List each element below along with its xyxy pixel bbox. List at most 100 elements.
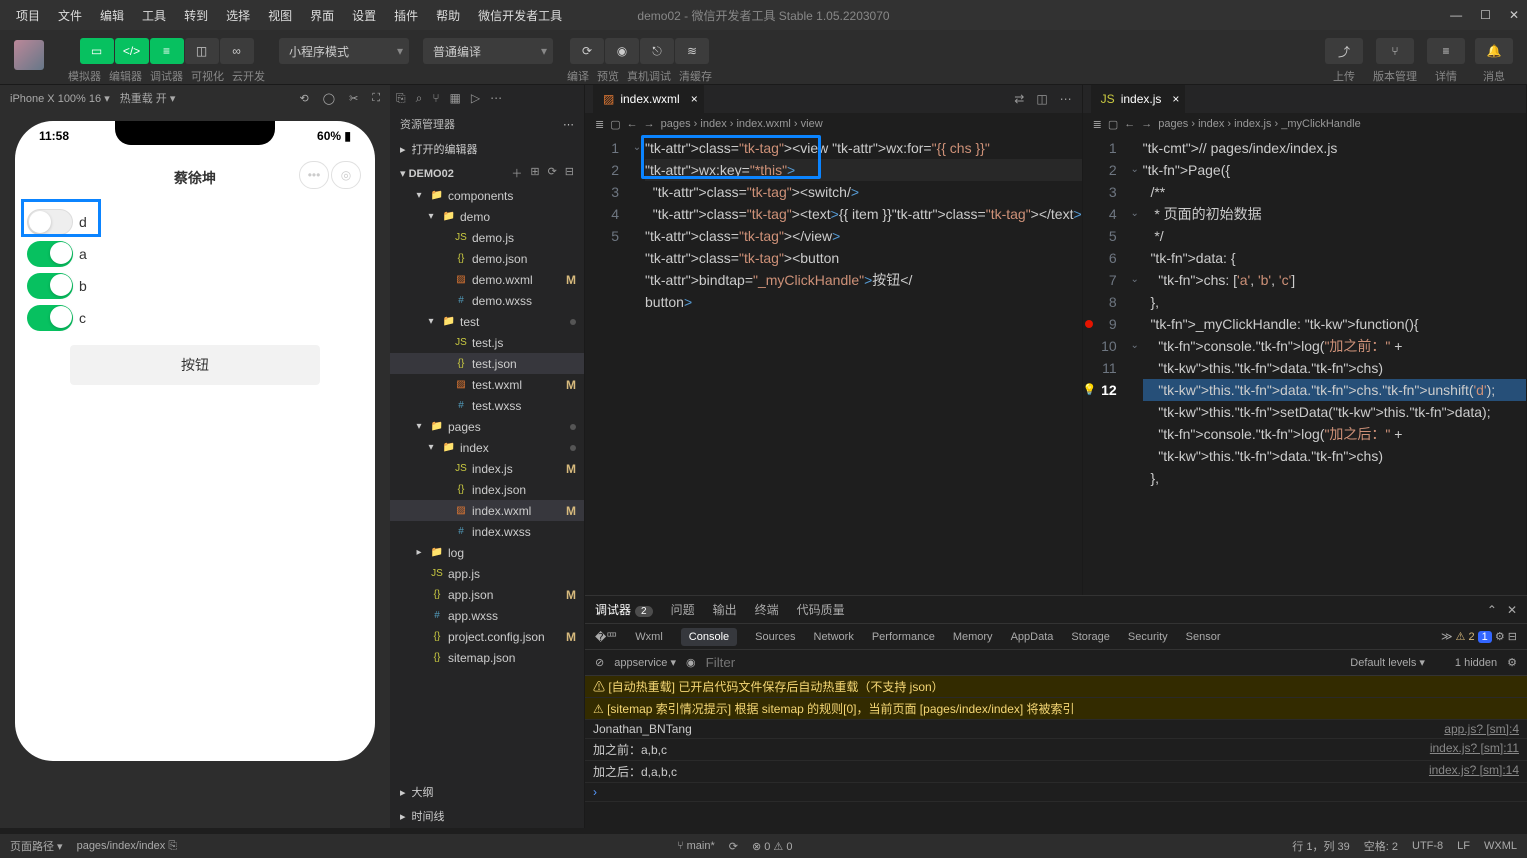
devtab-Console[interactable]: Console: [681, 628, 737, 646]
tree-test.wxml[interactable]: ▨test.wxmlM: [390, 374, 584, 395]
tree-demo.json[interactable]: {}demo.json: [390, 248, 584, 269]
phone-target-icon[interactable]: ◎: [331, 161, 361, 189]
menu-插件[interactable]: 插件: [386, 3, 426, 28]
menu-设置[interactable]: 设置: [344, 3, 384, 28]
tree-app.wxss[interactable]: #app.wxss: [390, 605, 584, 626]
explorer-git-icon[interactable]: ⑂: [432, 91, 439, 105]
explorer-more-icon[interactable]: ⋯: [490, 91, 502, 105]
page-route[interactable]: pages/index/index ⎘: [77, 840, 178, 853]
tree-test.json[interactable]: {}test.json: [390, 353, 584, 374]
eol-status[interactable]: LF: [1457, 840, 1470, 852]
remote-debug-button[interactable]: ⎋: [640, 38, 674, 64]
more-icon[interactable]: ⋯: [1060, 92, 1072, 106]
console-tab-代码质量[interactable]: 代码质量: [797, 601, 845, 618]
explorer-files-icon[interactable]: ⎘: [396, 91, 406, 106]
user-avatar[interactable]: [14, 40, 44, 70]
refresh-icon[interactable]: ⟳: [548, 165, 557, 181]
close-icon[interactable]: ✕: [1509, 8, 1519, 22]
devtab-Security[interactable]: Security: [1128, 631, 1168, 643]
compare-icon[interactable]: ⇄: [1014, 92, 1024, 106]
cloud-toggle[interactable]: ∞: [220, 38, 254, 64]
tree-log[interactable]: ▸📁log: [390, 542, 584, 563]
tree-index.wxml[interactable]: ▨index.wxmlM: [390, 500, 584, 521]
tree-test.js[interactable]: JStest.js: [390, 332, 584, 353]
console-filter-input[interactable]: [706, 655, 886, 670]
devtab-Performance[interactable]: Performance: [872, 631, 935, 643]
compile-button[interactable]: ⟳: [570, 38, 604, 64]
phone-more-icon[interactable]: •••: [299, 161, 329, 189]
crumb-nav-icon[interactable]: ≣: [595, 118, 604, 131]
tree-project.config.json[interactable]: {}project.config.jsonM: [390, 626, 584, 647]
console-levels[interactable]: Default levels ▾: [1350, 656, 1425, 669]
debugger-toggle[interactable]: ≡: [150, 38, 184, 64]
devtab-Storage[interactable]: Storage: [1071, 631, 1110, 643]
git-branch[interactable]: ⑂ main*: [677, 840, 715, 852]
mode-select[interactable]: 小程序模式: [279, 38, 409, 64]
outline-section[interactable]: ▸ 大纲: [390, 780, 584, 804]
cursor-position[interactable]: 行 1，列 39: [1292, 838, 1349, 854]
menu-文件[interactable]: 文件: [50, 3, 90, 28]
rtool-版本管理[interactable]: ⑂: [1376, 38, 1414, 64]
switch[interactable]: [27, 241, 73, 267]
tab-index-wxml[interactable]: ▨index.wxml×: [593, 85, 704, 113]
menu-界面[interactable]: 界面: [302, 3, 342, 28]
encoding-status[interactable]: UTF-8: [1412, 840, 1443, 852]
tree-demo.wxml[interactable]: ▨demo.wxmlM: [390, 269, 584, 290]
sync-icon[interactable]: ⟳: [729, 840, 738, 853]
maximize-icon[interactable]: ☐: [1480, 8, 1491, 22]
tree-app.js[interactable]: JSapp.js: [390, 563, 584, 584]
project-section[interactable]: ▾ DEMO02 ＋ ⊞ ⟳ ⊟: [390, 161, 584, 185]
gear-icon[interactable]: ⚙: [1495, 631, 1505, 643]
compile-select[interactable]: 普通编译: [423, 38, 553, 64]
console-line[interactable]: Jonathan_BNTangapp.js? [sm]:4: [585, 720, 1527, 739]
switch[interactable]: [27, 273, 73, 299]
console-gear-icon[interactable]: ⚙: [1507, 656, 1517, 669]
breadcrumb-right[interactable]: ≣▢←→ pages › index › index.js › _myClick…: [1083, 113, 1526, 135]
console-tab-问题[interactable]: 问题: [671, 601, 695, 618]
console-tab-调试器[interactable]: 调试器2: [595, 601, 653, 618]
tree-demo.wxss[interactable]: #demo.wxss: [390, 290, 584, 311]
menu-微信开发者工具[interactable]: 微信开发者工具: [470, 3, 570, 28]
console-hidden[interactable]: 1 hidden: [1455, 657, 1497, 669]
menu-帮助[interactable]: 帮助: [428, 3, 468, 28]
tree-index.json[interactable]: {}index.json: [390, 479, 584, 500]
crumb-save-icon[interactable]: ▢: [610, 118, 620, 131]
tree-test[interactable]: ▾📁test: [390, 311, 584, 332]
rec-icon[interactable]: ◯: [323, 92, 335, 105]
menu-视图[interactable]: 视图: [260, 3, 300, 28]
inspect-icon[interactable]: �罒: [595, 629, 617, 645]
explorer-ext-icon[interactable]: ▦: [450, 91, 461, 105]
page-route-label[interactable]: 页面路径 ▾: [10, 838, 63, 854]
menu-工具[interactable]: 工具: [134, 3, 174, 28]
tree-index[interactable]: ▾📁index: [390, 437, 584, 458]
tree-index.js[interactable]: JSindex.jsM: [390, 458, 584, 479]
more-icon[interactable]: ≫: [1441, 631, 1453, 643]
tree-demo.js[interactable]: JSdemo.js: [390, 227, 584, 248]
clear-cache-button[interactable]: ≋: [675, 38, 709, 64]
timeline-section[interactable]: ▸ 时间线: [390, 804, 584, 828]
simulator-toggle[interactable]: ▭: [80, 38, 114, 64]
device-selector[interactable]: iPhone X 100% 16 ▾: [10, 92, 110, 105]
menu-编辑[interactable]: 编辑: [92, 3, 132, 28]
devtab-Memory[interactable]: Memory: [953, 631, 993, 643]
collapse-icon[interactable]: ⊟: [565, 165, 574, 181]
breadcrumb-left[interactable]: ≣ ▢ ←→ pages › index › index.wxml › view: [585, 113, 1082, 135]
problems-status[interactable]: ⊗ 0 ⚠ 0: [752, 840, 793, 853]
preview-button[interactable]: ◉: [605, 38, 639, 64]
menu-转到[interactable]: 转到: [176, 3, 216, 28]
tree-components[interactable]: ▾📁components: [390, 185, 584, 206]
rotate-icon[interactable]: ⟲: [300, 92, 309, 105]
switch[interactable]: [27, 305, 73, 331]
console-tab-输出[interactable]: 输出: [713, 601, 737, 618]
cut-icon[interactable]: ✂: [349, 92, 358, 105]
console-context[interactable]: appservice ▾: [614, 656, 676, 669]
tab-index-js[interactable]: JSindex.js×: [1091, 85, 1186, 113]
devtab-Wxml[interactable]: Wxml: [635, 631, 663, 643]
minimize-icon[interactable]: —: [1450, 8, 1462, 22]
dock-icon[interactable]: ⊟: [1508, 631, 1517, 643]
open-editors-section[interactable]: ▸ 打开的编辑器: [390, 137, 584, 161]
rtool-消息[interactable]: 🔔: [1475, 38, 1513, 64]
menu-选择[interactable]: 选择: [218, 3, 258, 28]
tree-demo[interactable]: ▾📁demo: [390, 206, 584, 227]
visual-toggle[interactable]: ◫: [185, 38, 219, 64]
